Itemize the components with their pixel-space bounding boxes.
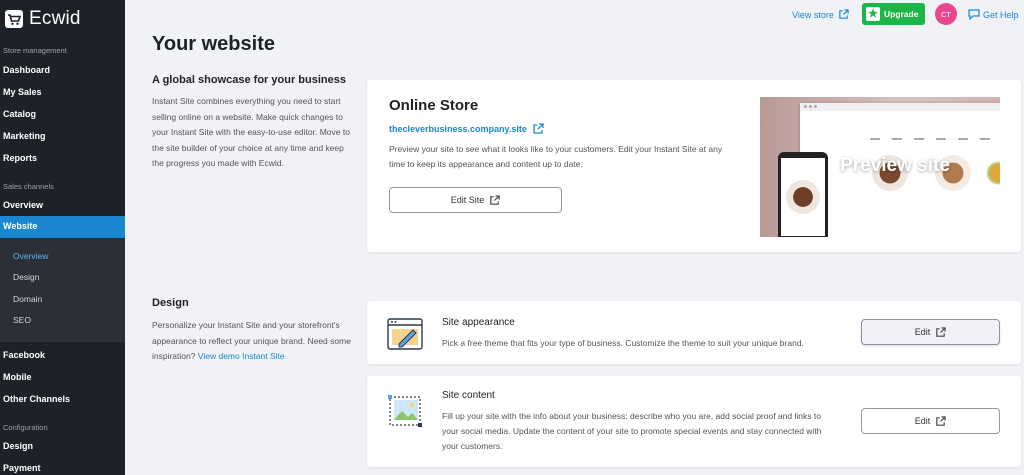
external-link-icon <box>936 326 946 337</box>
section-store-management: Store management <box>3 46 67 55</box>
submenu-item-seo[interactable]: SEO <box>13 315 31 325</box>
site-appearance-illustration-icon <box>387 318 423 350</box>
sidebar: Ecwid Store management Dashboard My Sale… <box>0 0 125 475</box>
sidebar-item-catalog[interactable]: Catalog <box>3 109 36 119</box>
get-help-label: Get Help <box>983 9 1019 20</box>
site-appearance-desc: Pick a free theme that fits your type of… <box>442 338 804 348</box>
sidebar-item-website-label: Website <box>3 221 38 231</box>
upgrade-button[interactable]: ★ Upgrade <box>862 3 925 25</box>
site-content-title: Site content <box>442 390 495 401</box>
chat-bubble-icon <box>968 9 980 20</box>
star-icon: ★ <box>866 7 880 21</box>
site-appearance-title: Site appearance <box>442 317 515 328</box>
store-title: Online Store <box>389 97 479 114</box>
page-title: Your website <box>152 33 275 55</box>
site-appearance-edit-button[interactable]: Edit <box>861 319 1000 345</box>
cart-logo-icon <box>5 10 23 28</box>
external-link-icon <box>936 415 946 426</box>
design-text: Personalize your Instant Site and your s… <box>152 318 352 365</box>
sidebar-item-dashboard[interactable]: Dashboard <box>3 65 50 75</box>
site-content-card: Site content Fill up your site with the … <box>367 376 1021 467</box>
sidebar-item-website[interactable]: Website <box>0 216 125 238</box>
online-store-card: Online Store thecleverbusiness.company.s… <box>367 80 1021 252</box>
view-store-link[interactable]: View store <box>792 9 849 20</box>
view-store-label: View store <box>792 9 834 20</box>
store-url-link[interactable]: thecleverbusiness.company.site <box>389 123 544 135</box>
site-appearance-card: Site appearance Pick a free theme that f… <box>367 301 1021 364</box>
view-demo-link[interactable]: View demo Instant Site <box>198 351 285 361</box>
sidebar-item-reports[interactable]: Reports <box>3 153 37 163</box>
submenu-item-overview[interactable]: Overview <box>13 251 48 261</box>
sidebar-item-other-channels[interactable]: Other Channels <box>3 394 70 404</box>
preview-browser-bar <box>800 103 1000 111</box>
site-content-desc: Fill up your site with the info about yo… <box>442 411 822 451</box>
edit-label: Edit <box>914 416 931 426</box>
sidebar-item-overview[interactable]: Overview <box>3 200 43 210</box>
edit-label: Edit <box>914 327 931 337</box>
edit-site-button[interactable]: Edit Site <box>389 187 562 213</box>
showcase-heading: A global showcase for your business <box>152 74 346 86</box>
sidebar-item-facebook[interactable]: Facebook <box>3 350 45 360</box>
sidebar-item-design[interactable]: Design <box>3 441 33 451</box>
showcase-text: Instant Site combines everything you nee… <box>152 96 350 168</box>
upgrade-label: Upgrade <box>884 9 919 19</box>
logo-text: Ecwid <box>29 8 81 29</box>
submenu-item-design[interactable]: Design <box>13 272 39 282</box>
section-sales-channels: Sales channels <box>3 182 54 191</box>
sidebar-item-marketing[interactable]: Marketing <box>3 131 46 141</box>
logo[interactable]: Ecwid <box>4 7 81 31</box>
get-help-link[interactable]: Get Help <box>968 9 1019 20</box>
external-link-icon <box>839 9 849 19</box>
external-link-icon <box>490 194 500 205</box>
design-heading: Design <box>152 297 189 309</box>
sidebar-item-mobile[interactable]: Mobile <box>3 372 32 382</box>
external-link-icon <box>533 123 544 134</box>
store-description: Preview your site to see what it looks l… <box>389 144 723 169</box>
section-configuration: Configuration <box>3 423 48 432</box>
submenu-item-domain[interactable]: Domain <box>13 294 42 304</box>
sidebar-item-my-sales[interactable]: My Sales <box>3 87 42 97</box>
edit-site-label: Edit Site <box>450 195 485 205</box>
avatar[interactable]: CT <box>935 3 957 25</box>
preview-phone-product <box>786 180 820 214</box>
site-content-illustration-icon <box>388 395 422 427</box>
preview-menu <box>870 138 990 140</box>
store-url-text: thecleverbusiness.company.site <box>389 124 527 134</box>
sidebar-item-payment[interactable]: Payment <box>3 463 41 473</box>
preview-site-label: Preview site <box>840 155 950 176</box>
site-content-edit-button[interactable]: Edit <box>861 408 1000 434</box>
site-preview-thumbnail[interactable]: Preview site <box>760 97 1000 237</box>
